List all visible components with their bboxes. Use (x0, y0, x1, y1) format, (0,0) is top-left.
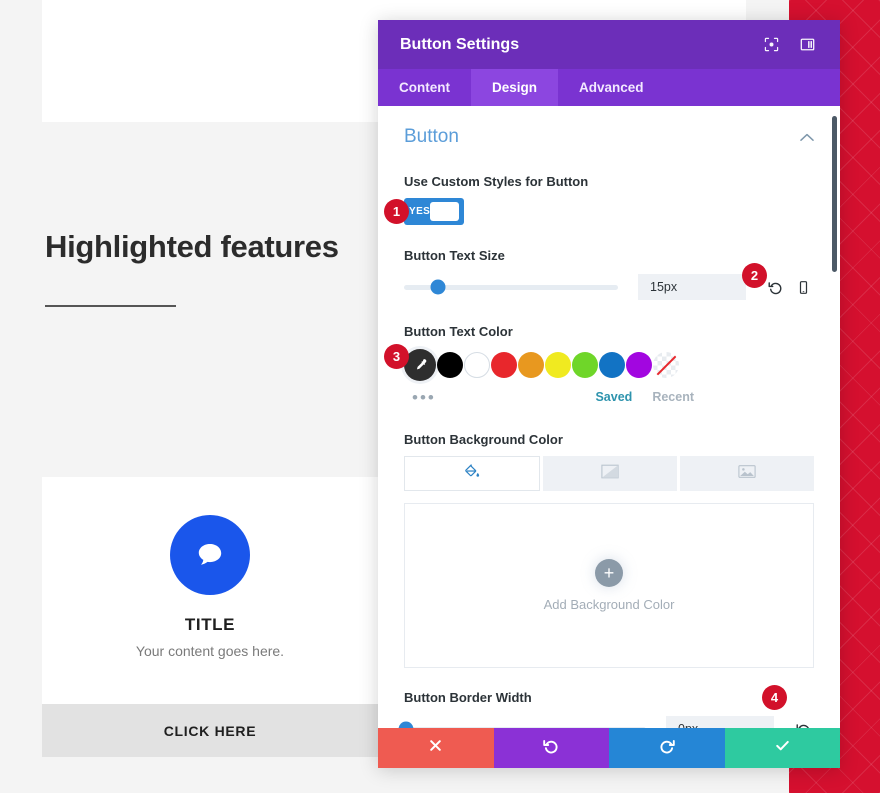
border-width-slider-handle[interactable] (398, 721, 414, 728)
button-group-header[interactable]: Button (404, 106, 814, 152)
swatch-white[interactable] (464, 352, 490, 378)
click-here-button[interactable]: CLICK HERE (42, 704, 378, 757)
panel-layout-icon[interactable] (794, 32, 820, 58)
palette-tab-recent[interactable]: Recent (652, 390, 694, 404)
undo-arrow-icon (543, 738, 559, 759)
swatch-blue[interactable] (599, 352, 625, 378)
cancel-button[interactable] (378, 728, 494, 768)
close-x-icon (428, 738, 443, 758)
text-size-input[interactable]: 15px (638, 274, 746, 300)
border-width-tools (786, 718, 814, 728)
border-width-row: 0px (398, 714, 814, 728)
border-width-input[interactable]: 0px (666, 716, 774, 728)
gradient-icon (601, 464, 619, 484)
bg-type-solid[interactable] (404, 456, 540, 491)
modal-titlebar: Button Settings (378, 20, 840, 69)
custom-styles-toggle[interactable]: YES (404, 198, 464, 225)
swatch-yellow[interactable] (545, 352, 571, 378)
more-colors-button[interactable]: ••• (404, 389, 452, 406)
text-size-slider-handle[interactable] (430, 279, 446, 295)
text-size-label: Button Text Size (404, 248, 505, 263)
palette-tabs: Saved Recent (595, 390, 814, 404)
text-size-slider[interactable] (404, 279, 618, 295)
bg-type-gradient[interactable] (543, 456, 677, 491)
chevron-up-icon[interactable] (800, 130, 814, 145)
card-title: TITLE (184, 615, 236, 634)
modal-tabbar: Content Design Advanced (378, 69, 840, 106)
add-background-color-label: Add Background Color (543, 597, 675, 612)
modal-footer (378, 728, 840, 768)
tab-design[interactable]: Design (471, 69, 559, 106)
chat-bubble-icon (170, 515, 250, 595)
checkmark-icon (774, 737, 791, 759)
redo-arrow-icon (659, 738, 675, 759)
annotation-badge-2: 2 (742, 263, 767, 288)
redo-button[interactable] (609, 728, 725, 768)
toggle-knob (430, 202, 459, 221)
bg-type-image[interactable] (680, 456, 814, 491)
image-icon (738, 464, 756, 484)
swatch-transparent[interactable] (653, 352, 679, 378)
feature-card: TITLE Your content goes here. (42, 477, 378, 704)
swatch-green[interactable] (572, 352, 598, 378)
scrollbar-track[interactable] (832, 106, 837, 728)
paint-bucket-icon (464, 463, 481, 485)
undo-button[interactable] (493, 728, 609, 768)
text-color-swatches (404, 348, 814, 382)
settings-scroll-area: Button Use Custom Styles for Button YES … (378, 106, 840, 728)
toggle-value-label: YES (409, 206, 431, 217)
annotation-badge-1: 1 (384, 199, 409, 224)
undo-icon[interactable] (792, 718, 814, 728)
undo-icon[interactable] (764, 276, 786, 298)
annotation-badge-4: 4 (762, 685, 787, 710)
focus-target-icon[interactable] (758, 32, 784, 58)
swatch-purple[interactable] (626, 352, 652, 378)
swatch-red[interactable] (491, 352, 517, 378)
tab-content[interactable]: Content (378, 69, 471, 106)
border-width-label: Button Border Width (404, 690, 532, 705)
text-color-subrow: ••• Saved Recent (404, 384, 814, 410)
tab-advanced[interactable]: Advanced (558, 69, 665, 106)
card-body-text: Your content goes here. (135, 643, 285, 659)
mobile-icon[interactable] (792, 276, 814, 298)
button-settings-modal: Button Settings Content Design Advanced (378, 20, 840, 768)
scrollbar-thumb[interactable] (832, 116, 837, 272)
text-color-label: Button Text Color (404, 324, 513, 339)
custom-styles-toggle-row: YES (404, 198, 814, 226)
swatch-black[interactable] (437, 352, 463, 378)
border-width-slider[interactable] (398, 721, 646, 728)
modal-title: Button Settings (400, 35, 520, 53)
background-type-tabs (404, 456, 814, 491)
save-button[interactable] (724, 728, 840, 768)
heading-divider (45, 304, 176, 307)
background-color-label: Button Background Color (404, 432, 563, 447)
custom-styles-label: Use Custom Styles for Button (404, 174, 589, 189)
plus-icon: + (595, 559, 623, 587)
swatch-orange[interactable] (518, 352, 544, 378)
button-group-title: Button (404, 126, 459, 147)
annotation-badge-3: 3 (384, 344, 409, 369)
palette-tab-saved[interactable]: Saved (595, 390, 632, 404)
add-background-color-dropzone[interactable]: + Add Background Color (404, 503, 814, 668)
